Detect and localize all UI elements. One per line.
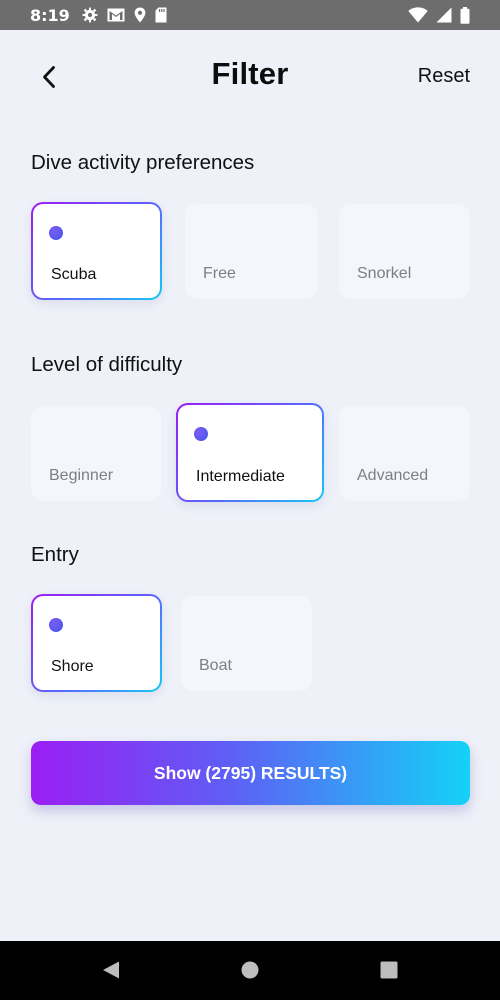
option-label: Advanced [357, 467, 429, 484]
option-card-advanced[interactable]: Advanced [339, 406, 470, 501]
back-triangle-icon[interactable] [101, 960, 121, 985]
signal-icon [436, 7, 452, 23]
option-card-beginner[interactable]: Beginner [31, 406, 161, 501]
status-bar: 8:19 [0, 0, 500, 30]
option-label: Snorkel [357, 265, 412, 282]
option-card-free[interactable]: Free [185, 204, 318, 299]
selected-dot-icon [49, 618, 63, 632]
home-circle-icon[interactable] [240, 960, 260, 985]
section-label-dive-activity: Dive activity preferences [31, 151, 255, 174]
sd-card-icon [155, 7, 167, 23]
wifi-icon [408, 7, 428, 23]
option-card-intermediate[interactable]: Intermediate [176, 403, 324, 502]
status-time: 8:19 [30, 5, 70, 25]
system-nav-bar [0, 941, 500, 1000]
reset-button[interactable]: Reset [418, 65, 470, 88]
gmail-icon [107, 8, 125, 22]
option-card-shore[interactable]: Shore [31, 594, 162, 692]
battery-icon [460, 6, 470, 24]
location-icon [134, 7, 146, 23]
gear-icon [82, 7, 98, 23]
status-left-icons [82, 7, 167, 23]
recents-square-icon[interactable] [379, 960, 399, 985]
section-label-entry: Entry [31, 543, 79, 566]
section-label-difficulty: Level of difficulty [31, 353, 183, 376]
app-bar: Filter Reset [0, 30, 500, 126]
option-label: Scuba [51, 266, 97, 283]
option-card-snorkel[interactable]: Snorkel [339, 204, 470, 299]
option-label: Beginner [49, 467, 114, 484]
selected-dot-icon [49, 226, 63, 240]
option-label: Free [203, 265, 236, 282]
selected-dot-icon [194, 427, 208, 441]
option-card-boat[interactable]: Boat [181, 596, 312, 691]
option-label: Boat [199, 657, 232, 674]
option-card-scuba[interactable]: Scuba [31, 202, 162, 300]
status-right-icons [408, 0, 470, 30]
option-label: Shore [51, 658, 94, 675]
option-label: Intermediate [196, 468, 285, 485]
show-results-button[interactable]: Show (2795) RESULTS) [31, 741, 470, 805]
